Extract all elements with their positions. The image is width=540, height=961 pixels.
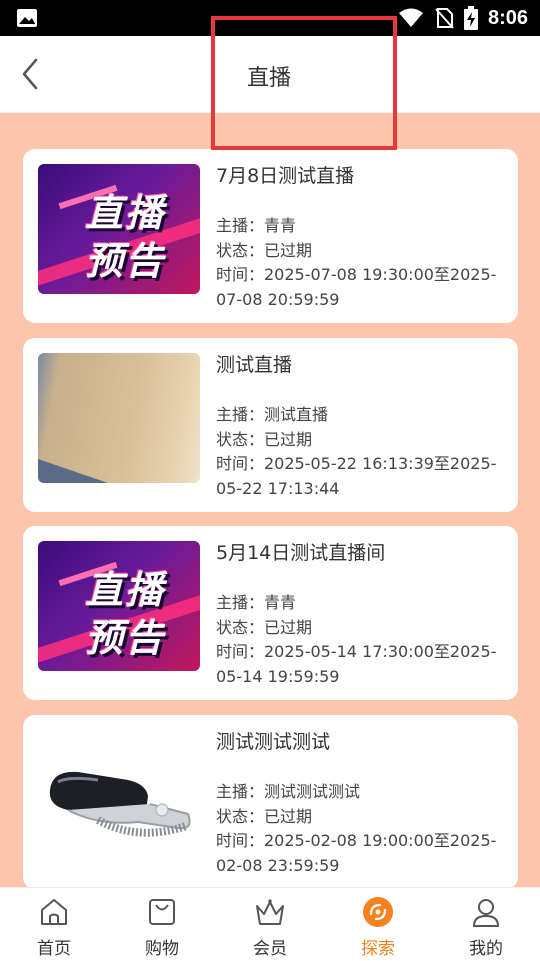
live-time: 时间：2025-05-22 16:13:39至2025-05-22 17:13:… xyxy=(216,454,497,498)
promo-text-line1: 直播 xyxy=(84,191,165,235)
tab-label: 首页 xyxy=(37,939,71,959)
page-title: 直播 xyxy=(247,66,292,91)
shopping-bag-icon xyxy=(149,899,175,925)
wifi-icon xyxy=(398,8,423,27)
home-icon xyxy=(41,899,67,925)
tab-label: 购物 xyxy=(145,939,179,959)
live-host: 主播：青青 xyxy=(216,593,297,612)
tab-label: 会员 xyxy=(253,939,287,959)
live-host: 主播：测试直播 xyxy=(216,405,329,424)
image-notification-icon xyxy=(17,9,37,27)
tab-shopping[interactable]: 购物 xyxy=(108,888,216,961)
live-title: 测试测试测试 xyxy=(216,731,331,753)
live-card[interactable]: 测试直播 主播：测试直播 状态：已过期 时间：2025-05-22 16:13:… xyxy=(23,338,518,512)
tab-label: 探索 xyxy=(361,939,395,959)
bottom-tab-bar: 首页 购物 会员 探索 我的 xyxy=(0,887,540,961)
no-sim-icon xyxy=(435,8,454,29)
live-host: 主播：青青 xyxy=(216,216,297,235)
live-title: 7月8日测试直播 xyxy=(216,165,355,187)
tab-mine[interactable]: 我的 xyxy=(432,888,540,961)
live-time: 时间：2025-07-08 19:30:00至2025-07-08 20:59:… xyxy=(216,265,497,309)
live-status: 状态：已过期 xyxy=(216,807,313,826)
promo-poster: 直播 预告 xyxy=(38,164,200,294)
clock: 8:06 xyxy=(487,6,528,29)
status-bar: 8:06 xyxy=(0,0,540,36)
live-host: 主播：测试测试测试 xyxy=(216,782,361,801)
tab-home[interactable]: 首页 xyxy=(0,888,108,961)
live-card[interactable]: 测试测试测试 主播：测试测试测试 状态：已过期 时间：2025-02-08 19… xyxy=(23,715,518,887)
crown-icon xyxy=(256,899,284,925)
live-title: 测试直播 xyxy=(216,354,293,376)
live-card[interactable]: 直播 预告 5月14日测试直播间 主播：青青 状态：已过期 时间：2025-05… xyxy=(23,526,518,700)
explore-icon xyxy=(363,897,393,927)
vr-headset-photo xyxy=(38,730,200,860)
user-icon xyxy=(472,899,500,927)
live-thumbnail xyxy=(38,730,200,860)
tab-label: 我的 xyxy=(469,939,503,959)
battery-charging-icon xyxy=(463,6,478,30)
live-time: 时间：2025-05-14 17:30:00至2025-05-14 19:59:… xyxy=(216,642,497,686)
live-thumbnail: 直播 预告 xyxy=(38,164,200,294)
promo-text-line2: 预告 xyxy=(84,239,165,283)
tab-member[interactable]: 会员 xyxy=(216,888,324,961)
live-thumbnail: 直播 预告 xyxy=(38,541,200,671)
live-title: 5月14日测试直播间 xyxy=(216,542,386,564)
tab-explore[interactable]: 探索 xyxy=(324,888,432,961)
live-card[interactable]: 直播 预告 7月8日测试直播 主播：青青 状态：已过期 时间：2025-07-0… xyxy=(23,149,518,323)
live-thumbnail xyxy=(38,353,200,483)
live-status: 状态：已过期 xyxy=(216,618,313,637)
promo-poster: 直播 预告 xyxy=(38,541,200,671)
back-button[interactable] xyxy=(16,54,46,94)
live-list[interactable]: 直播 预告 7月8日测试直播 主播：青青 状态：已过期 时间：2025-07-0… xyxy=(0,113,540,887)
app-header: 直播 xyxy=(0,36,540,113)
promo-text-line1: 直播 xyxy=(84,568,165,612)
wall-photo xyxy=(38,353,200,483)
live-status: 状态：已过期 xyxy=(216,430,313,449)
promo-text-line2: 预告 xyxy=(84,616,165,660)
live-time: 时间：2025-02-08 19:00:00至2025-02-08 23:59:… xyxy=(216,831,497,875)
live-status: 状态：已过期 xyxy=(216,241,313,260)
